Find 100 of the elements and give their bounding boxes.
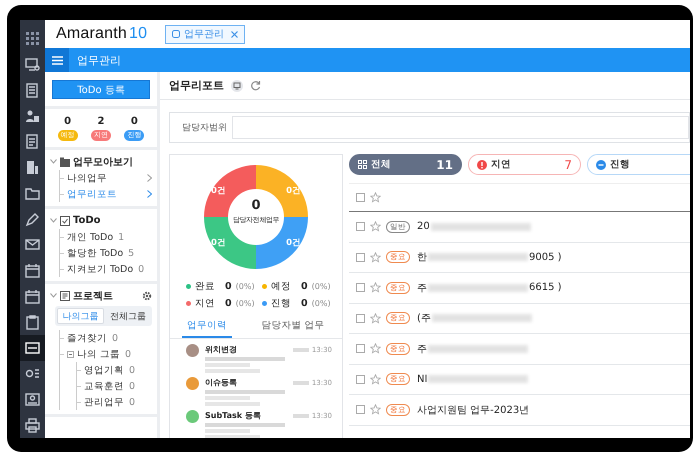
legend-count: 0 xyxy=(225,281,232,292)
legend-count: 0 xyxy=(301,298,308,309)
printer-icon xyxy=(25,418,40,433)
legend-label: 예정 xyxy=(271,280,291,293)
checkbox[interactable] xyxy=(356,314,365,323)
segment-label: 0건 xyxy=(211,237,226,249)
monitor-icon xyxy=(25,57,40,72)
star-icon[interactable] xyxy=(370,343,381,354)
id-card-icon xyxy=(25,392,40,407)
clipboard-icon xyxy=(25,314,40,330)
tree-item[interactable]: 교육훈련 0 xyxy=(77,378,152,394)
folder-icon xyxy=(60,156,70,166)
section-title: 프로젝트 xyxy=(73,290,114,302)
grid-icon xyxy=(358,160,367,169)
filter-pill[interactable]: 진행 xyxy=(587,154,690,175)
tree-item[interactable]: 영업기획 0 xyxy=(77,362,152,378)
task-title[interactable]: 한 9005 ) xyxy=(417,250,562,264)
tree-item[interactable]: 업무리포트 xyxy=(60,186,152,202)
checkbox[interactable] xyxy=(356,405,365,414)
legend-count: 0 xyxy=(225,298,232,309)
building-icon xyxy=(25,160,40,176)
star-icon[interactable] xyxy=(370,252,381,263)
tree-item[interactable]: 지켜보기 ToDo 0 xyxy=(60,261,152,277)
star-icon[interactable] xyxy=(370,192,381,203)
minus-circle-icon xyxy=(596,160,606,170)
blurred-text xyxy=(292,414,309,418)
tree-item[interactable]: 나의업무 xyxy=(60,170,152,186)
legend-label: 완료 xyxy=(195,280,215,293)
calendar-icon xyxy=(25,263,40,278)
count-value: 2 xyxy=(98,116,104,127)
mail-icon xyxy=(25,237,40,252)
checkbox[interactable] xyxy=(356,252,365,262)
blurred-text xyxy=(205,435,260,438)
task-title[interactable]: 사업지원팀 업무-2023년 xyxy=(417,402,530,417)
star-icon[interactable] xyxy=(370,312,381,324)
document-icon xyxy=(25,134,40,150)
blurred-text xyxy=(292,348,309,352)
menu-button[interactable] xyxy=(45,48,69,72)
tab[interactable]: 업무이력 xyxy=(182,317,232,338)
segment-label: 0건 xyxy=(286,237,301,249)
history-title: 이슈등록 xyxy=(205,377,237,388)
section-title: ToDo xyxy=(73,215,102,226)
close-icon[interactable] xyxy=(231,30,238,38)
grid-icon xyxy=(25,31,40,46)
calendar-icon xyxy=(25,288,40,304)
legend-percent: (0%) xyxy=(236,299,255,308)
star-icon[interactable] xyxy=(370,404,381,416)
legend-percent: (0%) xyxy=(312,282,331,291)
pen-icon xyxy=(25,212,40,227)
star-icon[interactable] xyxy=(370,221,381,232)
board-icon xyxy=(25,340,40,356)
project-icon xyxy=(60,290,70,300)
tree-item[interactable]: 나의 그룹 0 xyxy=(60,346,152,362)
alert-icon xyxy=(477,160,487,170)
checkbox[interactable] xyxy=(356,283,365,292)
report-title: 업무리포트 xyxy=(169,78,224,93)
star-icon[interactable] xyxy=(370,374,381,385)
page-title: 업무관리 xyxy=(77,52,121,68)
legend-count: 0 xyxy=(301,281,308,292)
caret-down-icon[interactable] xyxy=(50,293,57,298)
checkbox[interactable] xyxy=(356,222,365,232)
tab[interactable]: 담당자별 업무 xyxy=(256,317,330,338)
logo-text: Amaranth 10 xyxy=(56,25,148,43)
star-icon[interactable] xyxy=(370,282,381,294)
tree-item[interactable]: 개인 ToDo 1 xyxy=(60,229,152,245)
history-title: SubTask 등록 xyxy=(205,410,261,421)
person-icon xyxy=(25,108,40,124)
total-count: 0 xyxy=(251,198,261,213)
assignee-field[interactable] xyxy=(232,116,689,139)
tree-item[interactable]: 즐겨찾기 0 xyxy=(60,330,152,346)
checklist-icon xyxy=(60,216,70,226)
section-title: 업무모아보기 xyxy=(73,156,134,168)
settings-icon[interactable] xyxy=(142,290,152,300)
collapse-icon[interactable] xyxy=(67,350,74,358)
filter-label: 담당자범위 xyxy=(182,122,227,134)
group-tab[interactable]: 전체그룹 xyxy=(106,308,150,324)
monitor-icon[interactable] xyxy=(231,80,243,92)
caret-down-icon[interactable] xyxy=(50,159,57,164)
history-title: 위치변경 xyxy=(205,344,237,355)
blurred-text xyxy=(292,380,309,384)
calculator-icon xyxy=(25,82,40,98)
menu-icon xyxy=(52,56,62,64)
checkbox[interactable] xyxy=(356,193,365,202)
task-title[interactable]: 주 6615 ) xyxy=(417,280,562,295)
filter-pill[interactable]: 전체 11 xyxy=(349,154,462,175)
tree-item[interactable]: 관리업무 0 xyxy=(77,394,152,410)
tab-icon xyxy=(172,30,180,38)
legend-percent: (0%) xyxy=(312,299,331,308)
filter-pill[interactable]: 지연 7 xyxy=(468,154,581,175)
tree-item[interactable]: 할당한 ToDo 5 xyxy=(60,245,152,261)
refresh-icon[interactable] xyxy=(250,80,261,91)
count-value: 0 xyxy=(64,116,72,127)
legend-label: 진행 xyxy=(271,297,291,310)
segment-label: 0건 xyxy=(211,185,226,197)
checkbox[interactable] xyxy=(356,344,365,354)
group-tab[interactable]: 나의그룹 xyxy=(57,308,104,324)
tab-label: 업무관리 xyxy=(184,28,226,41)
count-value: 0 xyxy=(130,116,138,127)
caret-down-icon[interactable] xyxy=(50,218,57,223)
checkbox[interactable] xyxy=(356,374,365,384)
